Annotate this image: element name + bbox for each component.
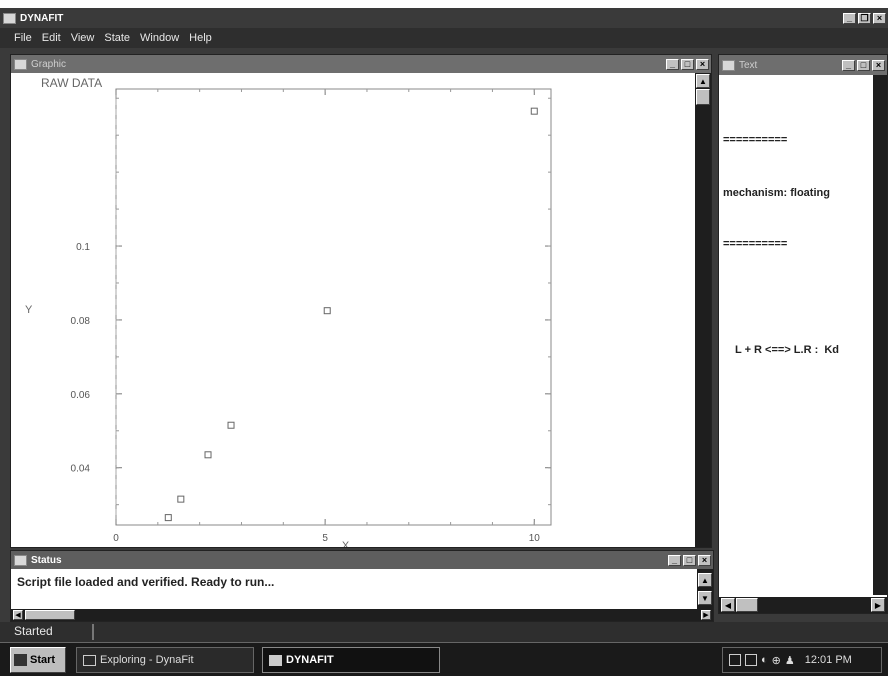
menu-window[interactable]: Window [140,32,179,44]
dynafit-app-icon[interactable] [3,12,16,24]
status-window-icon[interactable] [14,554,27,566]
y-tick-label: 0.1 [76,242,90,253]
data-point [530,107,538,115]
graphic-window-title: Graphic [31,58,67,70]
status-vertical-scrollbar[interactable]: ▲ ▼ [697,569,713,609]
x-tick-label: 10 [529,533,541,544]
app-statusbar: Started [0,622,888,642]
x-axis-label: X [342,540,350,547]
minimize-icon[interactable]: _ [843,12,856,24]
network-icon[interactable] [729,654,741,666]
minimize-icon[interactable]: _ [666,58,679,70]
statusbar-text: Started [14,624,53,638]
status-window-title: Status [31,554,62,566]
scroll-thumb[interactable] [25,610,75,620]
status-message: Script file loaded and verified. Ready t… [17,575,275,589]
status-horizontal-scrollbar[interactable]: ◀ ▶ [11,609,713,621]
globe-icon[interactable]: ⊕ [772,654,781,667]
menu-edit[interactable]: Edit [42,32,61,44]
text-window-icon[interactable] [722,59,735,71]
text-titlebar[interactable]: Text _ □ × [719,55,887,75]
text-horizontal-scrollbar[interactable]: ◀ ▶ [719,597,887,613]
chart-title: RAW DATA [41,76,102,90]
scroll-left-icon[interactable]: ◀ [721,598,735,612]
plot-frame [115,88,552,526]
scroll-thumb[interactable] [696,89,710,105]
x-tick-label: 0 [113,533,119,544]
text-content: ========== mechanism: floating =========… [723,95,873,395]
scroll-right-icon[interactable]: ▶ [701,610,711,620]
text-line: L + R <==> L.R : Kd [735,344,840,356]
y-axis-label: Y [25,304,33,316]
y-tick-label: 0.06 [71,390,91,401]
data-point [323,307,331,315]
statusbar-separator [92,624,94,640]
raw-data-chart: 0.1 0.08 0.06 0.04 0 5 10 RAW DATA X Y [25,76,552,547]
text-line [723,287,873,305]
explorer-icon [83,654,96,666]
volume-icon[interactable]: ◐ [761,654,768,666]
text-window: Text _ □ × ========== mechanism: floatin… [718,54,888,614]
graphic-window-icon[interactable] [14,58,27,70]
status-titlebar[interactable]: Status _ □ × [11,551,713,569]
data-point [227,421,235,429]
user-icon[interactable]: ♟ [785,654,795,667]
text-line: mechanism: floating [723,187,830,199]
status-window: Status _ □ × Script file loaded and veri… [10,550,714,622]
text-line: ========== [723,134,788,146]
close-icon[interactable]: × [873,12,886,24]
windows-logo-icon [14,654,27,666]
scroll-up-icon[interactable]: ▲ [698,573,712,587]
maximize-icon[interactable]: □ [857,59,870,71]
graphic-vertical-scrollbar[interactable]: ▲ [695,73,711,547]
scroll-down-icon[interactable]: ▼ [698,591,712,605]
system-tray: ◐ ⊕ ♟ 12:01 PM [722,647,882,673]
data-point [204,451,212,459]
menu-state[interactable]: State [104,32,130,44]
clock: 12:01 PM [804,654,852,666]
close-icon[interactable]: × [698,554,711,566]
menubar: File Edit View State Window Help [0,28,888,48]
menu-file[interactable]: File [14,32,32,44]
y-tick-label: 0.08 [71,316,91,327]
text-line: ========== [723,238,788,250]
scroll-right-icon[interactable]: ▶ [871,598,885,612]
x-tick-label: 5 [322,533,328,544]
menu-view[interactable]: View [71,32,95,44]
start-label: Start [30,654,56,666]
restore-icon[interactable]: ❐ [858,12,871,24]
maximize-icon[interactable]: □ [683,554,696,566]
data-point [177,495,185,503]
app-titlebar[interactable]: DYNAFIT _ ❐ × [0,8,888,28]
data-point [164,514,172,522]
app-title: DYNAFIT [20,12,64,24]
task-label: DYNAFIT [286,654,334,666]
scroll-up-icon[interactable]: ▲ [696,74,710,88]
y-tick-label: 0.04 [71,464,91,475]
close-icon[interactable]: × [872,59,885,71]
close-icon[interactable]: × [696,58,709,70]
graphic-window: Graphic _ □ × 0.1 0.08 0.06 0.04 0 5 10 RAW DAT… [10,54,712,548]
scroll-thumb[interactable] [736,598,758,612]
start-button[interactable]: Start [10,647,66,673]
menu-help[interactable]: Help [189,32,212,44]
text-vertical-scrollbar[interactable] [873,75,887,595]
minimize-icon[interactable]: _ [668,554,681,566]
dynafit-app-icon [269,654,282,666]
taskbar-task-dynafit[interactable]: DYNAFIT [262,647,440,673]
taskbar-task-exploring[interactable]: Exploring - DynaFit [76,647,254,673]
task-label: Exploring - DynaFit [100,654,194,666]
maximize-icon[interactable]: □ [681,58,694,70]
scroll-left-icon[interactable]: ◀ [13,610,23,620]
text-window-title: Text [739,59,758,71]
monitor-icon[interactable] [745,654,757,666]
graphic-titlebar[interactable]: Graphic _ □ × [11,55,711,73]
minimize-icon[interactable]: _ [842,59,855,71]
taskbar: Start Exploring - DynaFit DYNAFIT ◐ ⊕ ♟ … [0,642,888,676]
